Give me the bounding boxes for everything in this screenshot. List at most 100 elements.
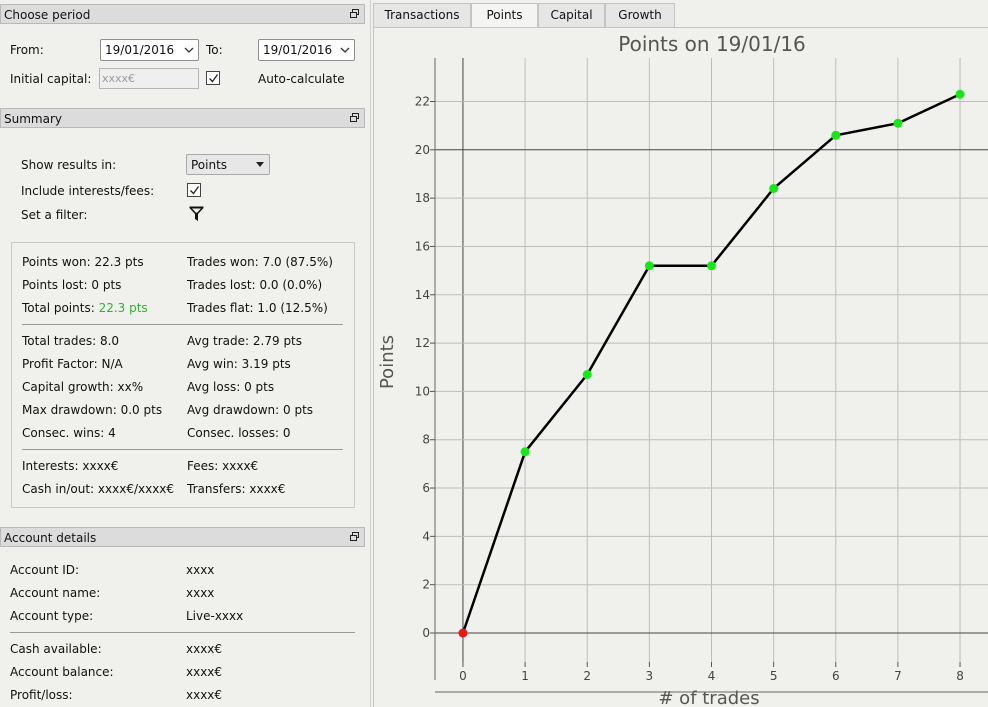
set-filter-label: Set a filter:: [21, 208, 88, 222]
stat-consec-losses: Consec. losses: 0: [187, 426, 291, 440]
include-interests-checkbox[interactable]: [187, 183, 201, 197]
dropdown-arrow-icon: [256, 162, 264, 167]
stat-value: xx%: [117, 380, 144, 394]
to-date-select[interactable]: 19/01/2016: [258, 39, 355, 61]
stat-label: Interests:: [22, 459, 79, 473]
stat-label: Consec. wins:: [22, 426, 105, 440]
stat-value: xxxx€: [82, 459, 119, 473]
stat-value: 0.0 pts: [120, 403, 163, 417]
x-tick-label: 2: [583, 669, 591, 683]
stat-transfers: Transfers: xxxx€: [187, 482, 285, 496]
y-tick-label: 16: [415, 239, 430, 253]
chart-ticks: 0 1 2 3 4 5 6 7 80246810121416182022: [415, 58, 988, 693]
profit-loss-label: Profit/loss:: [10, 688, 73, 702]
x-tick-label: 5: [770, 669, 778, 683]
stat-value: 0.0 (0.0%): [259, 278, 323, 292]
cash-available-value: xxxx€: [186, 642, 223, 656]
x-tick-label: 7: [894, 669, 902, 683]
points-chart: Points on 19/01/16 Points # of trades 0 1…: [377, 32, 988, 707]
stat-label: Total trades:: [22, 334, 97, 348]
stat-fees: Fees: xxxx€: [187, 459, 258, 473]
stats-divider: [22, 324, 343, 325]
stat-avg-loss: Avg loss: 0 pts: [187, 380, 274, 394]
tab-capital[interactable]: Capital: [538, 3, 605, 27]
tab-transactions[interactable]: Transactions: [373, 3, 471, 27]
account-name-value: xxxx: [186, 586, 215, 600]
stat-label: Avg trade:: [187, 334, 250, 348]
x-tick-label: 8: [956, 669, 964, 683]
show-results-label: Show results in:: [21, 158, 117, 172]
stat-value: 22.3 pts: [94, 255, 144, 269]
from-date-select[interactable]: 19/01/2016: [100, 39, 199, 61]
choose-period-title: Choose period: [4, 8, 91, 22]
data-point: [831, 130, 841, 140]
tab-points[interactable]: Points: [471, 3, 538, 28]
cash-available-label: Cash available:: [10, 642, 102, 656]
chart-title: Points on 19/01/16: [618, 32, 806, 56]
stat-trades-won: Trades won: 7.0 (87.5%): [187, 255, 333, 269]
data-point: [582, 369, 592, 379]
restore-icon[interactable]: [350, 113, 359, 122]
restore-icon[interactable]: [350, 9, 359, 18]
from-label: From:: [10, 43, 44, 57]
stat-interests: Interests: xxxx€: [22, 459, 118, 473]
y-tick-label: 10: [415, 384, 430, 398]
data-point: [769, 183, 779, 193]
initial-capital-input[interactable]: xxxx€: [99, 68, 199, 89]
account-type-label: Account type:: [10, 609, 94, 623]
profit-loss-value: xxxx€: [186, 688, 223, 702]
stat-value: xxxx€/xxxx€: [97, 482, 175, 496]
tab-label: Growth: [618, 8, 662, 22]
stat-value: 8.0: [99, 334, 120, 348]
y-tick-label: 2: [422, 578, 430, 592]
data-point: [707, 261, 716, 271]
summary-header: Summary: [0, 108, 365, 128]
stat-value: xxxx€: [249, 482, 286, 496]
y-tick-label: 0: [422, 626, 430, 640]
stat-profit-factor: Profit Factor: N/A: [22, 357, 123, 371]
stat-label: Avg loss:: [187, 380, 241, 394]
x-axis-label: # of trades: [658, 688, 759, 707]
panel-splitter[interactable]: [370, 0, 371, 707]
stat-value: 0: [282, 426, 291, 440]
stat-trades-lost: Trades lost: 0.0 (0.0%): [187, 278, 322, 292]
stat-total-trades: Total trades: 8.0: [22, 334, 119, 348]
stat-max-drawdown: Max drawdown: 0.0 pts: [22, 403, 162, 417]
stat-value: N/A: [101, 357, 123, 371]
stat-label: Capital growth:: [22, 380, 114, 394]
tab-growth[interactable]: Growth: [605, 3, 675, 27]
to-label: To:: [206, 43, 223, 57]
data-point: [893, 118, 903, 128]
stat-avg-drawdown: Avg drawdown: 0 pts: [187, 403, 313, 417]
x-tick-label: 0: [459, 669, 467, 683]
stat-value: 7.0 (87.5%): [262, 255, 333, 269]
stat-value: 0 pts: [283, 403, 314, 417]
x-tick-label: 4: [708, 669, 716, 683]
stat-label: Fees:: [187, 459, 219, 473]
stat-value: 0 pts: [244, 380, 275, 394]
initial-capital-label: Initial capital:: [10, 72, 92, 86]
data-point: [644, 261, 654, 271]
stat-value: xxxx€: [222, 459, 259, 473]
show-results-select[interactable]: Points: [186, 154, 270, 175]
auto-calculate-checkbox[interactable]: [206, 71, 220, 85]
restore-icon[interactable]: [350, 532, 359, 541]
tab-label: Capital: [550, 8, 593, 22]
auto-calculate-label: Auto-calculate: [258, 72, 345, 86]
chevron-down-icon: [184, 47, 194, 53]
stat-cash-in-out: Cash in/out: xxxx€/xxxx€: [22, 482, 174, 496]
stat-label: Points lost:: [22, 278, 88, 292]
include-interests-label: Include interests/fees:: [21, 184, 155, 198]
tab-label: Transactions: [384, 8, 460, 22]
stat-consec-wins: Consec. wins: 4: [22, 426, 116, 440]
data-point: [520, 447, 530, 457]
y-tick-label: 8: [422, 433, 430, 447]
summary-title: Summary: [4, 112, 62, 126]
stat-label: Avg win:: [187, 357, 238, 371]
filter-icon[interactable]: [189, 206, 204, 222]
stat-value: 22.3 pts: [98, 301, 148, 315]
from-date-value: 19/01/2016: [105, 43, 175, 57]
choose-period-header: Choose period: [0, 4, 365, 24]
stat-capital-growth: Capital growth: xx%: [22, 380, 143, 394]
stat-label: Total points:: [22, 301, 95, 315]
